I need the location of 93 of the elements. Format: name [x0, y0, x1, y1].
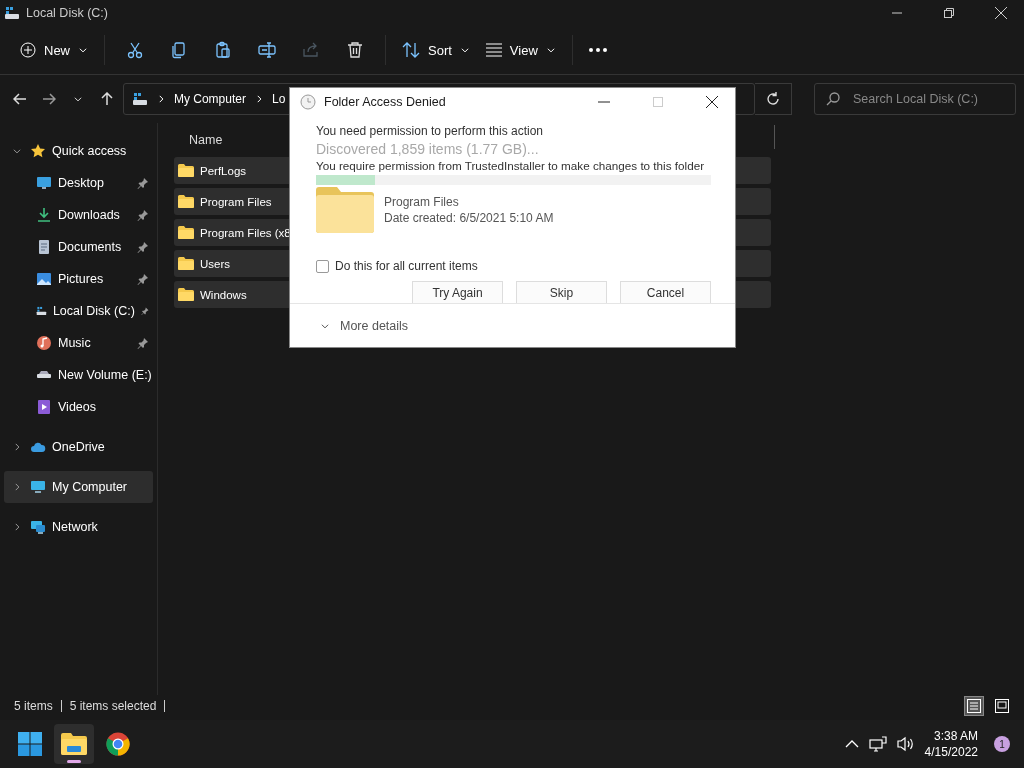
more-details-button[interactable]: More details — [320, 318, 409, 333]
copy-icon — [170, 41, 188, 59]
folder-icon — [178, 195, 194, 208]
clock-icon — [300, 94, 316, 110]
folder-icon — [178, 164, 194, 177]
sidebar-item[interactable]: Quick access — [4, 135, 153, 167]
network-icon[interactable] — [868, 736, 887, 752]
chevron-up-icon[interactable] — [844, 739, 859, 749]
scissors-icon — [126, 41, 144, 59]
dialog-message: You require permission from TrustedInstaller to make changes to this folder — [316, 159, 706, 172]
details-view-button[interactable] — [964, 696, 984, 716]
sidebar-item[interactable]: Pictures — [4, 263, 153, 295]
star-icon — [30, 143, 46, 159]
new-button[interactable]: New — [12, 33, 96, 67]
expand-chevron-icon — [12, 482, 22, 492]
search-icon — [826, 92, 840, 106]
folder-icon — [61, 733, 87, 755]
document-icon — [36, 239, 52, 255]
computer-icon — [30, 479, 46, 495]
expand-chevron-icon — [12, 442, 22, 452]
tiles-icon — [995, 699, 1009, 713]
progress-text: Discovered 1,859 items (1.77 GB)... — [316, 141, 540, 157]
trash-icon — [346, 41, 364, 59]
sidebar-item[interactable]: New Volume (E:) — [4, 359, 153, 391]
sidebar-item[interactable]: OneDrive — [4, 431, 153, 463]
column-header[interactable]: Name — [189, 133, 223, 147]
sidebar-item[interactable]: Network — [4, 511, 153, 543]
sidebar-item[interactable]: Documents — [4, 231, 153, 263]
folder-icon — [316, 187, 374, 233]
sidebar-item[interactable]: Local Disk (C:) — [4, 295, 153, 327]
close-icon — [706, 96, 718, 108]
refresh-button[interactable] — [755, 83, 792, 115]
maximize-icon — [653, 97, 663, 107]
window-title: Local Disk (C:) — [26, 6, 108, 20]
download-icon — [36, 207, 52, 223]
breadcrumb[interactable]: My Computer — [173, 92, 246, 106]
dialog-button[interactable]: Skip — [516, 281, 607, 303]
folder-icon — [178, 257, 194, 270]
taskbar-button[interactable] — [54, 724, 94, 764]
sort-icon — [402, 42, 420, 58]
selection-count: 5 items selected — [69, 699, 157, 713]
expand-chevron-icon — [12, 146, 22, 156]
tiles-view-button[interactable] — [992, 696, 1012, 716]
forward-arrow-icon — [42, 92, 57, 106]
search-field[interactable]: Search Local Disk (C:) — [814, 83, 1016, 115]
sidebar-item[interactable]: Music — [4, 327, 153, 359]
disk-icon — [4, 5, 20, 21]
checkbox[interactable]: Do this for all current items — [316, 259, 711, 273]
close-icon — [995, 7, 1007, 19]
dialog-button[interactable]: Cancel — [620, 281, 711, 303]
network-icon — [30, 519, 46, 535]
file-name: Program Files — [384, 195, 460, 209]
music-icon — [36, 335, 52, 351]
monitor-icon — [36, 175, 52, 191]
minimize-icon — [598, 101, 610, 103]
chevron-icon — [78, 45, 88, 55]
disk-icon — [131, 91, 148, 107]
restore-icon — [944, 8, 954, 18]
chevron-icon — [459, 45, 470, 55]
up-arrow-icon — [99, 92, 114, 106]
back-arrow-icon — [13, 92, 28, 106]
sidebar-item[interactable]: My Computer — [4, 471, 153, 503]
view-button[interactable]: View — [477, 33, 564, 67]
sidebar-item[interactable]: Downloads — [4, 199, 153, 231]
refresh-icon — [766, 92, 781, 106]
breadcrumb[interactable]: Lo — [271, 92, 286, 106]
file-date: Date created: 6/5/2021 5:10 AM — [384, 211, 554, 225]
video-icon — [36, 399, 52, 415]
browser-icon — [106, 732, 130, 756]
dialog-title: Folder Access Denied — [324, 95, 446, 109]
share-icon — [302, 41, 320, 59]
rename-icon — [258, 41, 276, 59]
sidebar-item[interactable]: Desktop — [4, 167, 153, 199]
notification-badge[interactable]: 1 — [994, 736, 1010, 752]
item-count: 5 items — [14, 699, 53, 713]
picture-icon — [36, 271, 52, 287]
sidebar-item[interactable]: Videos — [4, 391, 153, 423]
folder-icon — [178, 288, 194, 301]
dialog-heading: You need permission to perform this action — [316, 124, 544, 138]
folder-icon — [178, 226, 194, 239]
speaker-icon[interactable] — [896, 736, 915, 752]
clock[interactable]: 3:38 AM 4/15/2022 — [924, 728, 978, 760]
clipboard-icon — [214, 41, 232, 59]
more-icon — [588, 48, 607, 52]
lines-icon — [485, 43, 502, 57]
details-icon — [967, 699, 981, 713]
sort-button[interactable]: Sort — [394, 33, 478, 67]
chevron-icon — [72, 94, 83, 104]
windows-logo-icon — [18, 732, 42, 756]
dialog-button[interactable]: Try Again — [412, 281, 503, 303]
chevron-icon — [545, 45, 556, 55]
expand-chevron-icon — [12, 522, 22, 532]
plus-icon — [20, 42, 36, 58]
